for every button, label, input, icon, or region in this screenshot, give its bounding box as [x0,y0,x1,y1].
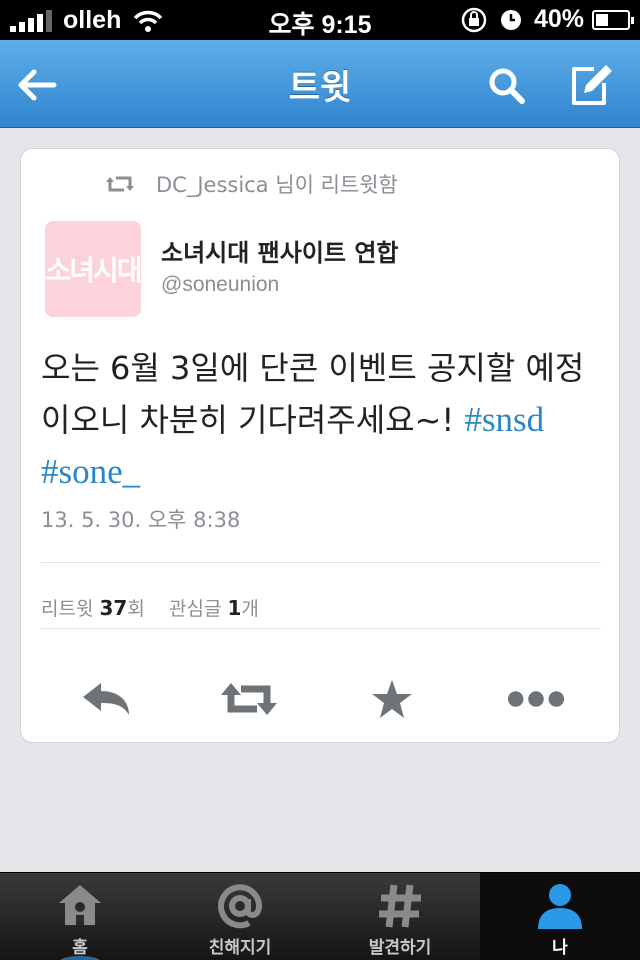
divider [41,562,601,563]
tweet-stats: 리트윗 37회 관심글 1개 [41,594,259,621]
tweet-timestamp: 13. 5. 30. 오후 8:38 [41,508,241,532]
compose-button[interactable] [564,58,618,112]
tab-label: 나 [552,938,568,958]
tab-bar: 홈 친해지기 발견하기 나 [0,872,640,960]
reply-icon [83,683,129,715]
retweet-small-icon [106,176,134,192]
page-title: 트윗 [288,68,352,108]
tab-label: 발견하기 [368,938,432,958]
favorite-count: 1 [227,596,242,620]
retweet-stat-label: 리트윗 [41,598,94,620]
tab-home[interactable]: 홈 [0,873,160,960]
more-icon [507,691,565,707]
hashtag-link[interactable]: #sone_ [41,452,140,491]
reply-button[interactable] [76,674,136,724]
retweeted-by: DC_Jessica 님이 리트윗함 [106,169,398,199]
tweet-card: DC_Jessica 님이 리트윗함 소녀시대 소녀시대 팬사이트 연합 @so… [20,148,620,743]
search-icon [489,68,525,104]
tweet-text: 오는 6월 3일에 단콘 이벤트 공지할 예정이오니 차분히 기다려주세요~! … [41,342,611,498]
tab-connect[interactable]: 친해지기 [160,873,320,960]
retweet-count: 37 [99,596,128,620]
tweet-actions [21,674,619,724]
avatar-logo-text: 소녀시대 [45,254,141,287]
hashtag-link[interactable]: #snsd [464,400,544,439]
user-handle[interactable]: @soneunion [161,273,279,297]
at-icon [218,884,263,929]
home-icon [59,885,101,925]
favorite-unit: 개 [241,598,259,620]
avatar[interactable]: 소녀시대 [45,221,141,317]
tab-label: 홈 [72,938,88,958]
status-bar: olleh 오후 9:15 40% [0,0,640,40]
retweeted-by-text: DC_Jessica 님이 리트윗함 [156,173,398,197]
retweet-stat[interactable]: 리트윗 37회 [41,596,145,620]
divider [41,628,601,629]
new-indicator-icon [60,956,100,960]
retweet-icon [221,683,277,715]
compose-icon [572,65,612,105]
tab-me[interactable]: 나 [480,873,640,960]
user-name[interactable]: 소녀시대 팬사이트 연합 [161,233,399,268]
retweet-button[interactable] [219,674,279,724]
retweet-unit: 회 [127,598,145,620]
status-right: 40% [460,5,634,34]
search-button[interactable] [480,58,534,112]
favorite-stat[interactable]: 관심글 1개 [169,596,259,620]
battery-icon [592,9,634,30]
battery-percent: 40% [533,5,584,33]
alarm-icon [500,9,521,30]
tab-label: 친해지기 [208,938,272,958]
person-icon [538,884,582,929]
navigation-bar: 트윗 [0,40,640,128]
hash-icon [379,884,421,928]
favorite-stat-label: 관심글 [169,598,222,620]
favorite-button[interactable] [362,674,422,724]
star-icon [372,680,412,718]
tab-discover[interactable]: 발견하기 [320,873,480,960]
rotation-lock-icon [461,7,487,32]
more-button[interactable] [506,674,566,724]
